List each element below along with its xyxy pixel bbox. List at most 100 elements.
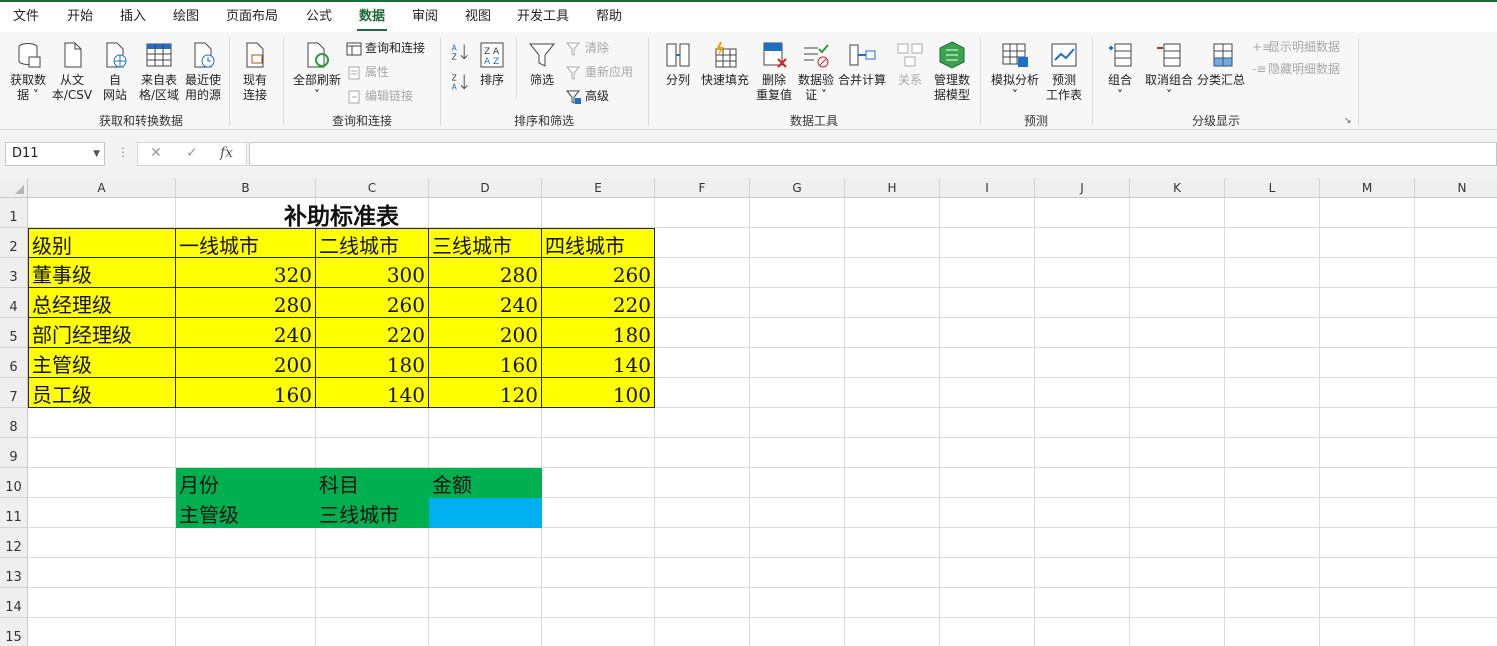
table-cell[interactable]: 200 bbox=[176, 348, 316, 378]
ungroup-button[interactable]: 取消组合 ˅ bbox=[1142, 40, 1196, 103]
from-csv-button[interactable]: 从文 本/CSV bbox=[50, 40, 94, 103]
table-cell[interactable]: 320 bbox=[176, 258, 316, 288]
tab-data[interactable]: 数据 bbox=[357, 7, 388, 31]
table-cell[interactable]: 240 bbox=[429, 288, 542, 318]
column-header[interactable]: B bbox=[176, 178, 316, 198]
properties-button[interactable]: 属性 bbox=[346, 62, 389, 82]
more-options-icon[interactable]: ⋮ bbox=[117, 145, 129, 159]
recent-sources-button[interactable]: 最近使 用的源 bbox=[181, 40, 225, 103]
flash-fill-button[interactable]: 快速填充 bbox=[698, 40, 752, 88]
tab-review[interactable]: 审阅 bbox=[410, 7, 440, 31]
tab-formulas[interactable]: 公式 bbox=[304, 7, 334, 31]
table-cell[interactable]: 300 bbox=[316, 258, 429, 288]
row-header[interactable]: 5 bbox=[0, 318, 28, 348]
formula-input[interactable] bbox=[249, 142, 1497, 166]
table-header-cell[interactable]: 级别 bbox=[28, 228, 176, 258]
get-data-button[interactable]: 获取数 据 ˅ bbox=[6, 40, 50, 103]
row-header[interactable]: 10 bbox=[0, 468, 28, 498]
column-header[interactable]: A bbox=[28, 178, 176, 198]
row-header[interactable]: 1 bbox=[0, 198, 28, 228]
table-cell[interactable]: 180 bbox=[542, 318, 655, 348]
dialog-launcher-icon[interactable]: ↘ bbox=[1344, 116, 1354, 126]
from-table-button[interactable]: 来自表 格/区域 bbox=[137, 40, 181, 103]
reapply-button[interactable]: 重新应用 bbox=[566, 62, 633, 82]
tab-draw[interactable]: 绘图 bbox=[171, 7, 201, 31]
edit-links-button[interactable]: 编辑链接 bbox=[346, 86, 413, 106]
show-detail-button[interactable]: +≡显示明细数据 bbox=[1252, 37, 1340, 57]
table-cell[interactable]: 240 bbox=[176, 318, 316, 348]
existing-connections-button[interactable]: 现有 连接 bbox=[235, 40, 275, 103]
table-header-cell[interactable]: 一线城市 bbox=[176, 228, 316, 258]
column-header[interactable]: K bbox=[1130, 178, 1225, 198]
lookup-header-cell[interactable]: 金额 bbox=[429, 468, 542, 498]
sort-asc-button[interactable]: AZ bbox=[448, 42, 472, 66]
select-all-corner[interactable] bbox=[0, 178, 28, 198]
tab-home[interactable]: 开始 bbox=[65, 7, 95, 31]
lookup-value-cell[interactable]: 主管级 bbox=[176, 498, 316, 528]
column-header[interactable]: L bbox=[1225, 178, 1320, 198]
text-to-columns-button[interactable]: 分列 bbox=[660, 40, 696, 88]
table-header-cell[interactable]: 四线城市 bbox=[542, 228, 655, 258]
table-cell[interactable]: 120 bbox=[429, 378, 542, 408]
column-header[interactable]: E bbox=[542, 178, 655, 198]
table-cell[interactable]: 部门经理级 bbox=[28, 318, 176, 348]
table-cell[interactable]: 主管级 bbox=[28, 348, 176, 378]
row-header[interactable]: 12 bbox=[0, 528, 28, 558]
what-if-analysis-button[interactable]: 模拟分析 ˅ bbox=[988, 40, 1042, 103]
tab-help[interactable]: 帮助 bbox=[594, 7, 624, 31]
remove-duplicates-button[interactable]: 删除 重复值 bbox=[754, 40, 794, 103]
group-button[interactable]: 组合 ˅ bbox=[1102, 40, 1138, 103]
table-cell[interactable]: 280 bbox=[176, 288, 316, 318]
table-cell[interactable]: 280 bbox=[429, 258, 542, 288]
sort-desc-button[interactable]: ZA bbox=[448, 72, 472, 96]
row-header[interactable]: 9 bbox=[0, 438, 28, 468]
table-cell[interactable]: 140 bbox=[542, 348, 655, 378]
lookup-header-cell[interactable]: 科目 bbox=[316, 468, 429, 498]
data-validation-button[interactable]: 数据验 证 ˅ bbox=[796, 40, 836, 103]
filter-button[interactable]: 筛选 bbox=[524, 40, 560, 88]
row-header[interactable]: 13 bbox=[0, 558, 28, 588]
column-header[interactable]: M bbox=[1320, 178, 1415, 198]
column-header[interactable]: G bbox=[750, 178, 845, 198]
column-header[interactable]: F bbox=[655, 178, 750, 198]
row-header[interactable]: 15 bbox=[0, 618, 28, 646]
column-header[interactable]: I bbox=[940, 178, 1035, 198]
insert-function-icon[interactable]: fx bbox=[220, 145, 233, 161]
tab-view[interactable]: 视图 bbox=[463, 7, 493, 31]
spreadsheet-grid[interactable]: A B C D E F G H I J K L M N 1 2 3 4 5 6 7 8 9 10 11 12 13 14 15 补助标准表… bbox=[0, 178, 1497, 646]
forecast-sheet-button[interactable]: 预测 工作表 bbox=[1044, 40, 1084, 103]
row-header[interactable]: 2 bbox=[0, 228, 28, 258]
table-cell[interactable]: 160 bbox=[176, 378, 316, 408]
table-cell[interactable]: 员工级 bbox=[28, 378, 176, 408]
column-header[interactable]: N bbox=[1415, 178, 1497, 198]
subtotal-button[interactable]: 分类汇总 bbox=[1196, 40, 1246, 88]
refresh-all-button[interactable]: 全部刷新 ˅ bbox=[290, 40, 344, 103]
sort-button[interactable]: Z AA Z 排序 bbox=[474, 40, 510, 88]
column-header[interactable]: C bbox=[316, 178, 429, 198]
name-box[interactable]: D11 ▼ bbox=[5, 142, 105, 166]
chevron-down-icon[interactable]: ▼ bbox=[93, 143, 100, 165]
table-cell[interactable]: 260 bbox=[316, 288, 429, 318]
consolidate-button[interactable]: 合并计算 bbox=[836, 40, 888, 88]
table-cell[interactable]: 140 bbox=[316, 378, 429, 408]
column-header[interactable]: H bbox=[845, 178, 940, 198]
row-header[interactable]: 8 bbox=[0, 408, 28, 438]
table-cell[interactable]: 160 bbox=[429, 348, 542, 378]
row-header[interactable]: 4 bbox=[0, 288, 28, 318]
row-header[interactable]: 11 bbox=[0, 498, 28, 528]
column-header[interactable]: J bbox=[1035, 178, 1130, 198]
table-cell[interactable]: 100 bbox=[542, 378, 655, 408]
from-web-button[interactable]: 自 网站 bbox=[95, 40, 135, 103]
selected-cell-d11[interactable] bbox=[429, 498, 542, 528]
cancel-icon[interactable]: ✕ bbox=[150, 145, 162, 161]
row-header[interactable]: 14 bbox=[0, 588, 28, 618]
queries-connections-button[interactable]: 查询和连接 bbox=[346, 38, 425, 58]
sheet-title[interactable]: 补助标准表 bbox=[28, 198, 655, 228]
tab-insert[interactable]: 插入 bbox=[118, 7, 148, 31]
relationships-button[interactable]: 关系 bbox=[892, 40, 928, 88]
advanced-filter-button[interactable]: 高级 bbox=[566, 86, 609, 106]
lookup-header-cell[interactable]: 月份 bbox=[176, 468, 316, 498]
clear-filter-button[interactable]: 清除 bbox=[566, 38, 609, 58]
column-header[interactable]: D bbox=[429, 178, 542, 198]
tab-developer[interactable]: 开发工具 bbox=[515, 7, 571, 31]
